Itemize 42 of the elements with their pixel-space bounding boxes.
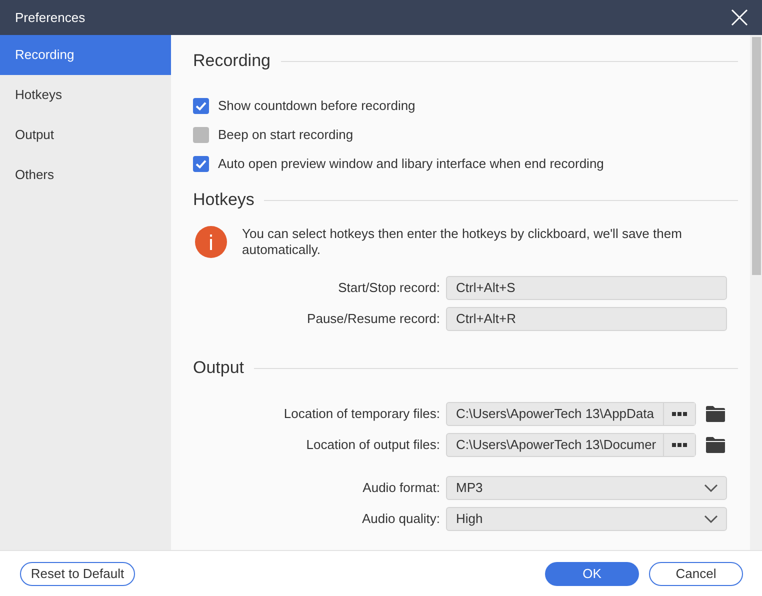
hotkey-field[interactable]: Ctrl+Alt+R bbox=[446, 306, 727, 330]
dropdown[interactable]: MP3 bbox=[446, 476, 727, 500]
close-icon bbox=[731, 9, 748, 26]
chevron-down-icon bbox=[704, 514, 718, 522]
folder-icon[interactable] bbox=[706, 406, 725, 422]
scrollbar[interactable] bbox=[750, 35, 762, 550]
checkbox-label: Auto open preview window and libary interface when end recording bbox=[218, 156, 604, 171]
checkbox[interactable] bbox=[193, 126, 209, 142]
hotkey-field[interactable]: Ctrl+Alt+S bbox=[446, 276, 727, 300]
checkbox[interactable] bbox=[193, 98, 209, 114]
chevron-down-icon bbox=[704, 484, 718, 492]
field-label: Location of temporary files: bbox=[282, 406, 441, 421]
browse-button[interactable] bbox=[663, 434, 695, 456]
section-heading: Hotkeys bbox=[193, 190, 254, 210]
field-label: Start/Stop record: bbox=[337, 280, 441, 295]
checkbox-label: Beep on start recording bbox=[218, 127, 354, 142]
ok-button[interactable]: OK bbox=[545, 562, 639, 586]
info-text: You can select hotkeys then enter the hotkeys by clickboard, we'll save them automatically. bbox=[242, 226, 683, 258]
field-label: Audio quality: bbox=[360, 511, 441, 526]
checkbox[interactable] bbox=[193, 156, 209, 172]
sidebar-item[interactable]: Recording bbox=[0, 35, 171, 75]
sidebar-item[interactable]: Hotkeys bbox=[0, 75, 171, 115]
section-heading: Output bbox=[193, 358, 244, 378]
sidebar-item[interactable]: Others bbox=[0, 155, 171, 195]
close-button[interactable] bbox=[731, 9, 748, 26]
dropdown[interactable]: High bbox=[446, 506, 727, 530]
checkbox-label: Show countdown before recording bbox=[218, 98, 416, 113]
dots-icon bbox=[672, 412, 687, 416]
dots-icon bbox=[672, 442, 687, 446]
field-label: Location of output files: bbox=[305, 437, 441, 452]
path-field[interactable]: C:\Users\ApowerTech 13\AppData bbox=[446, 402, 696, 426]
info-icon bbox=[195, 226, 227, 258]
section-heading: Recording bbox=[193, 51, 270, 71]
reset-button[interactable]: Reset to Default bbox=[20, 562, 135, 586]
sidebar-item[interactable]: Output bbox=[0, 115, 171, 155]
field-label: Pause/Resume record: bbox=[306, 311, 441, 326]
field-label: Audio format: bbox=[362, 480, 441, 495]
cancel-button[interactable]: Cancel bbox=[649, 562, 743, 586]
folder-icon[interactable] bbox=[706, 436, 725, 452]
browse-button[interactable] bbox=[663, 402, 695, 424]
window-title: Preferences bbox=[15, 10, 86, 25]
path-field[interactable]: C:\Users\ApowerTech 13\Documer bbox=[446, 432, 696, 456]
